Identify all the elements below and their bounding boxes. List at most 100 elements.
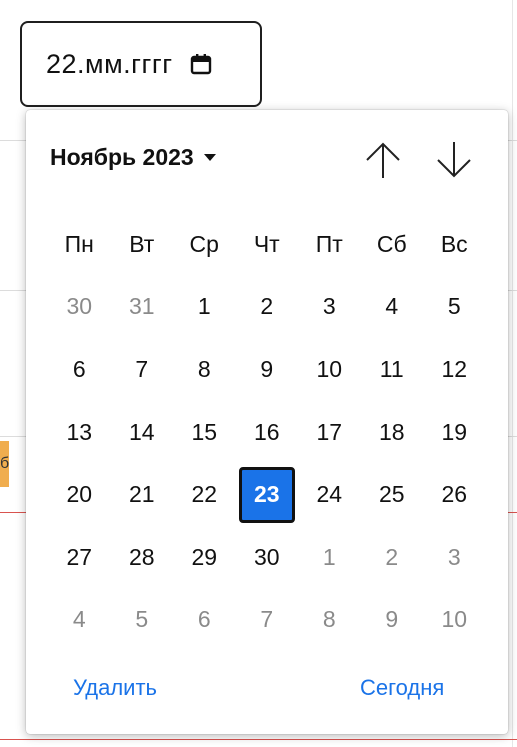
calendar-grid: Пн Вт Ср Чт Пт Сб Вс 30 31 1 2 3 4 5 6 7 8 9 10 11 12 13 14 15 1… [48, 213, 486, 651]
day-number: 15 [191, 418, 218, 445]
previous-month-button[interactable] [363, 140, 403, 180]
day-cell[interactable]: 10 [423, 589, 486, 652]
month-year-selector[interactable]: Ноябрь 2023 [50, 144, 216, 171]
weekday-header: Ср [189, 230, 219, 257]
day-cell[interactable]: 15 [173, 401, 236, 464]
day-number: 13 [66, 418, 93, 445]
calendar-icon[interactable] [189, 52, 213, 76]
day-number: 3 [322, 293, 336, 320]
day-cell[interactable]: 1 [173, 276, 236, 339]
day-cell[interactable]: 12 [423, 338, 486, 401]
day-number: 31 [128, 293, 155, 320]
day-cell[interactable]: 2 [236, 276, 299, 339]
day-number: 1 [322, 543, 336, 570]
day-cell[interactable]: 26 [423, 463, 486, 526]
background-tag: б [0, 441, 9, 487]
day-number: 24 [316, 481, 343, 508]
day-cell[interactable]: 19 [423, 401, 486, 464]
page-red-line [0, 739, 517, 740]
arrow-down-icon [437, 142, 471, 178]
date-input[interactable]: 22.мм.гггг [20, 21, 262, 107]
day-cell[interactable]: 1 [298, 526, 361, 589]
day-number: 4 [72, 606, 86, 633]
day-cell[interactable]: 3 [423, 526, 486, 589]
today-button[interactable]: Сегодня [360, 675, 444, 701]
day-cell[interactable]: 29 [173, 526, 236, 589]
weekday-header: Пн [64, 230, 94, 257]
day-number: 7 [135, 355, 149, 382]
day-cell[interactable]: 22 [173, 463, 236, 526]
day-cell[interactable]: 20 [48, 463, 111, 526]
day-number: 19 [441, 418, 468, 445]
day-cell[interactable]: 4 [48, 589, 111, 652]
day-number: 9 [260, 355, 274, 382]
clear-button[interactable]: Удалить [73, 675, 157, 701]
day-number: 5 [447, 293, 461, 320]
day-number: 28 [128, 543, 155, 570]
day-cell[interactable]: 24 [298, 463, 361, 526]
day-number: 3 [447, 543, 461, 570]
day-cell[interactable]: 11 [361, 338, 424, 401]
day-cell[interactable]: 13 [48, 401, 111, 464]
day-number: 26 [441, 481, 468, 508]
day-cell[interactable]: 3 [298, 276, 361, 339]
day-cell[interactable]: 28 [111, 526, 174, 589]
day-cell[interactable]: 30 [236, 526, 299, 589]
day-cell[interactable]: 10 [298, 338, 361, 401]
day-cell[interactable]: 7 [236, 589, 299, 652]
day-number: 9 [385, 606, 399, 633]
day-number: 11 [379, 355, 404, 382]
day-number: 23 [238, 466, 295, 523]
day-cell[interactable]: 17 [298, 401, 361, 464]
day-number: 6 [197, 606, 211, 633]
day-number: 10 [316, 355, 343, 382]
day-cell[interactable]: 8 [298, 589, 361, 652]
day-number: 20 [66, 481, 93, 508]
weekday-header: Пт [315, 230, 343, 257]
day-cell[interactable]: 14 [111, 401, 174, 464]
day-number: 27 [66, 543, 93, 570]
next-month-button[interactable] [434, 140, 474, 180]
day-number: 6 [72, 355, 86, 382]
day-cell[interactable]: 25 [361, 463, 424, 526]
day-cell[interactable]: 6 [48, 338, 111, 401]
arrow-up-icon [366, 142, 400, 178]
weekday-header: Вт [129, 230, 155, 257]
date-input-value: 22.мм.гггг [46, 48, 173, 79]
day-number: 17 [316, 418, 343, 445]
day-number: 2 [385, 543, 399, 570]
calendar-popup: Ноябрь 2023 Пн Вт Ср Чт Пт Сб Вс 30 31 1 2 3 4 5 6 7 8 9 1… [26, 110, 508, 734]
page-border [512, 0, 513, 747]
weekday-header: Чт [253, 230, 280, 257]
day-number: 12 [441, 355, 468, 382]
day-cell[interactable]: 5 [423, 276, 486, 339]
day-cell[interactable]: 8 [173, 338, 236, 401]
weekday-header: Вс [440, 230, 468, 257]
month-year-label: Ноябрь 2023 [50, 144, 194, 170]
day-number: 7 [260, 606, 274, 633]
day-cell[interactable]: 2 [361, 526, 424, 589]
day-cell[interactable]: 9 [361, 589, 424, 652]
day-cell[interactable]: 7 [111, 338, 174, 401]
day-cell[interactable]: 9 [236, 338, 299, 401]
day-cell[interactable]: 30 [48, 276, 111, 339]
day-number: 18 [378, 418, 405, 445]
day-cell[interactable]: 21 [111, 463, 174, 526]
day-number: 10 [441, 606, 468, 633]
day-cell[interactable]: 6 [173, 589, 236, 652]
day-number: 16 [253, 418, 280, 445]
day-cell[interactable]: 18 [361, 401, 424, 464]
day-cell[interactable]: 27 [48, 526, 111, 589]
day-cell[interactable]: 4 [361, 276, 424, 339]
selected-day-cell[interactable]: 23 [236, 463, 299, 526]
day-number: 14 [128, 418, 155, 445]
day-number: 29 [191, 543, 218, 570]
day-number: 5 [135, 606, 149, 633]
day-cell[interactable]: 31 [111, 276, 174, 339]
day-cell[interactable]: 5 [111, 589, 174, 652]
day-number: 2 [260, 293, 274, 320]
day-number: 25 [378, 481, 405, 508]
day-number: 21 [128, 481, 155, 508]
day-cell[interactable]: 16 [236, 401, 299, 464]
day-number: 1 [197, 293, 211, 320]
